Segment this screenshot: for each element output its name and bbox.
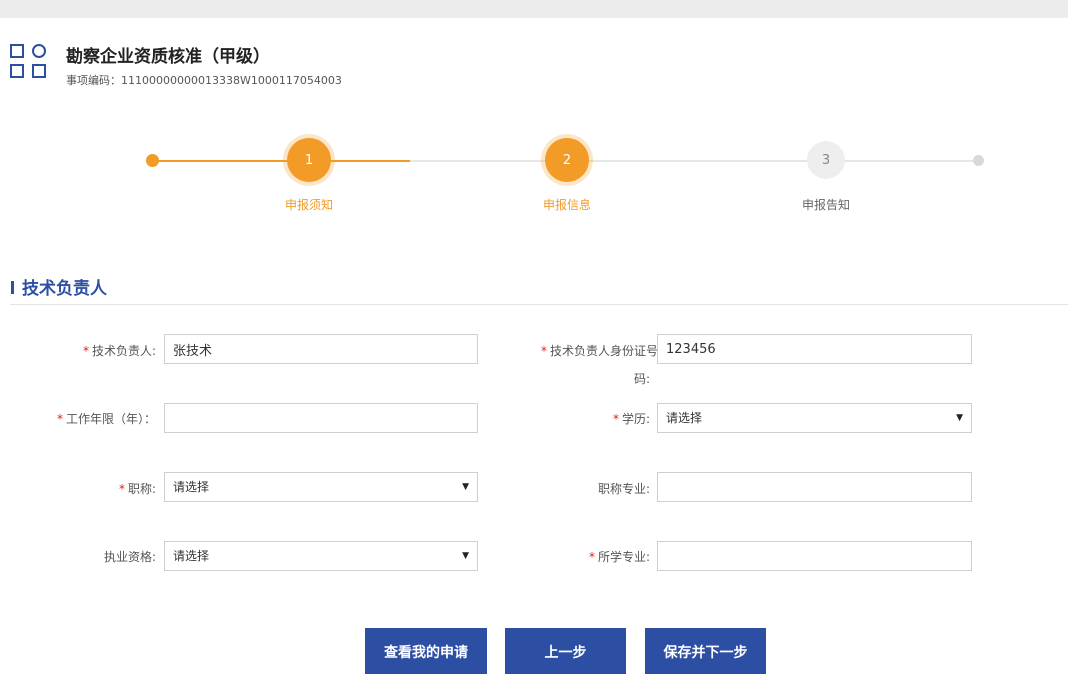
dropdown-arrow-icon: ▼ [956, 413, 963, 423]
service-grid-icon [10, 44, 52, 84]
work-years-label: * 工作年限（年）： [56, 412, 156, 426]
step-3-label: 申报告知 [801, 198, 851, 212]
required-mark: * [612, 412, 619, 426]
top-bar [0, 0, 1068, 18]
required-mark: * [82, 344, 89, 358]
stepper-end-dot [973, 155, 984, 166]
education-label: * 学历: [612, 412, 650, 426]
id-number-input[interactable] [657, 334, 972, 364]
tech-lead-label: * 技术负责人: [82, 344, 156, 358]
dropdown-arrow-icon: ▼ [462, 551, 469, 561]
stepper-start-dot [146, 154, 159, 167]
step-1-label: 申报须知 [284, 198, 334, 212]
title-major-label: 职称专业: [597, 482, 650, 496]
save-and-next-button[interactable]: 保存并下一步 [645, 628, 766, 674]
stepper-line-pending-end [828, 160, 978, 162]
study-major-input[interactable] [657, 541, 972, 571]
title-major-input[interactable] [657, 472, 972, 502]
work-years-input[interactable] [164, 403, 478, 433]
dropdown-arrow-icon: ▼ [462, 482, 469, 492]
previous-step-button[interactable]: 上一步 [505, 628, 626, 674]
required-mark: * [118, 482, 125, 496]
step-3-circle: 3 [807, 141, 845, 179]
study-major-label: * 所学专业: [588, 550, 650, 564]
title-rank-select[interactable]: 请选择 ▼ [164, 472, 478, 502]
section-title: 技术负责人 [22, 279, 107, 299]
page-title: 勘察企业资质核准（甲级） [66, 47, 270, 67]
stepper-line-pending [410, 160, 828, 162]
id-number-label: * 技术负责人身份证号 [540, 344, 658, 358]
title-rank-label: * 职称: [118, 482, 156, 496]
step-1-circle: 1 [287, 138, 331, 182]
required-mark: * [588, 550, 595, 564]
practice-qual-select[interactable]: 请选择 ▼ [164, 541, 478, 571]
step-2-circle: 2 [545, 138, 589, 182]
section-marker [11, 281, 14, 294]
item-code: 事项编码：11100000000013338W1000117054003 [66, 74, 342, 87]
required-mark: * [540, 344, 547, 358]
section-divider [10, 304, 1068, 305]
view-my-applications-button[interactable]: 查看我的申请 [365, 628, 487, 674]
id-number-label-cont: 码: [633, 372, 650, 386]
step-2-label: 申报信息 [542, 198, 592, 212]
education-select[interactable]: 请选择 ▼ [657, 403, 972, 433]
stepper-line-completed [152, 160, 410, 162]
practice-qual-label: 执业资格: [103, 550, 156, 564]
required-mark: * [56, 412, 63, 426]
tech-lead-input[interactable] [164, 334, 478, 364]
